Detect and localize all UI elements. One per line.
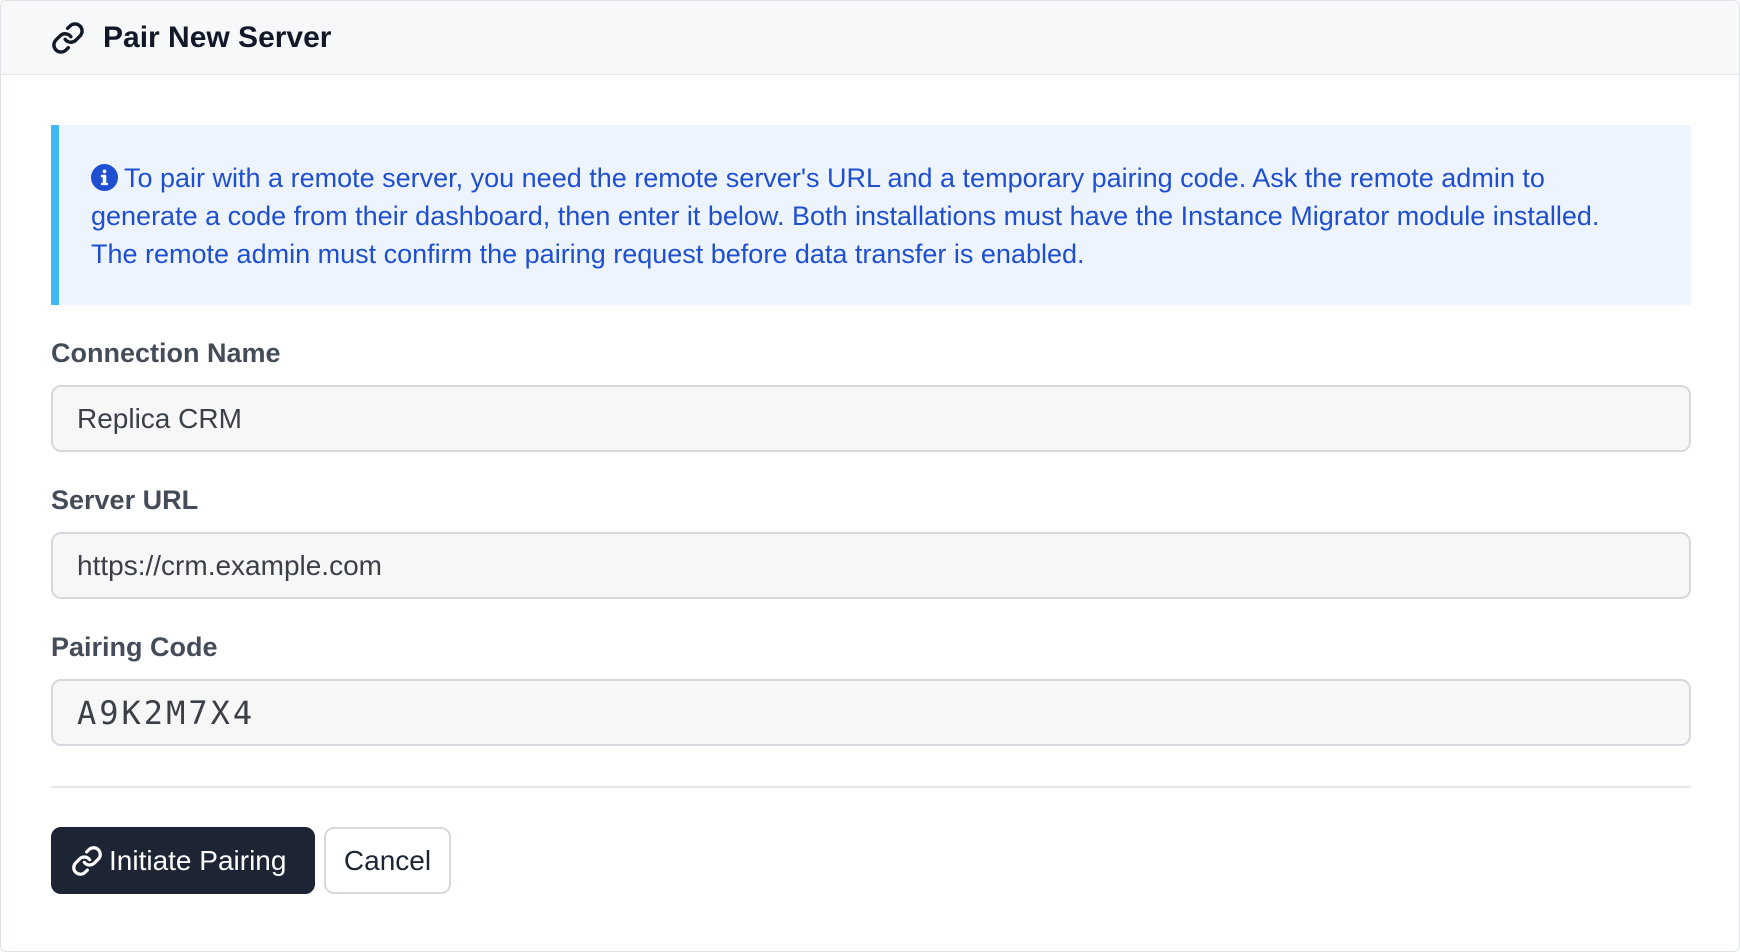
info-circle-icon xyxy=(91,163,118,191)
link-icon xyxy=(51,21,85,55)
connection-name-input[interactable] xyxy=(51,385,1691,452)
connection-name-label: Connection Name xyxy=(51,338,281,368)
pairing-code-field: Pairing Code xyxy=(51,632,1691,746)
server-url-label: Server URL xyxy=(51,485,199,515)
cancel-button[interactable]: Cancel xyxy=(324,827,451,894)
card-header: Pair New Server xyxy=(1,1,1739,75)
server-url-field: Server URL xyxy=(51,485,1691,599)
divider xyxy=(51,786,1691,788)
page-title: Pair New Server xyxy=(103,20,332,54)
info-alert: To pair with a remote server, you need t… xyxy=(51,125,1691,305)
pairing-code-label: Pairing Code xyxy=(51,632,218,662)
initiate-pairing-label: Initiate Pairing xyxy=(109,844,287,876)
link-icon xyxy=(71,845,103,877)
initiate-pairing-button[interactable]: Initiate Pairing xyxy=(51,827,315,894)
cancel-label: Cancel xyxy=(343,844,432,876)
connection-name-field: Connection Name xyxy=(51,338,1691,452)
card-body: To pair with a remote server, you need t… xyxy=(1,75,1739,894)
pairing-code-input[interactable] xyxy=(51,679,1691,746)
info-alert-text: To pair with a remote server, you need t… xyxy=(91,163,1600,269)
server-url-input[interactable] xyxy=(51,532,1691,599)
form-actions: Initiate Pairing Cancel xyxy=(51,827,1690,894)
pair-server-card: Pair New Server To pair with a remote se… xyxy=(0,0,1740,952)
